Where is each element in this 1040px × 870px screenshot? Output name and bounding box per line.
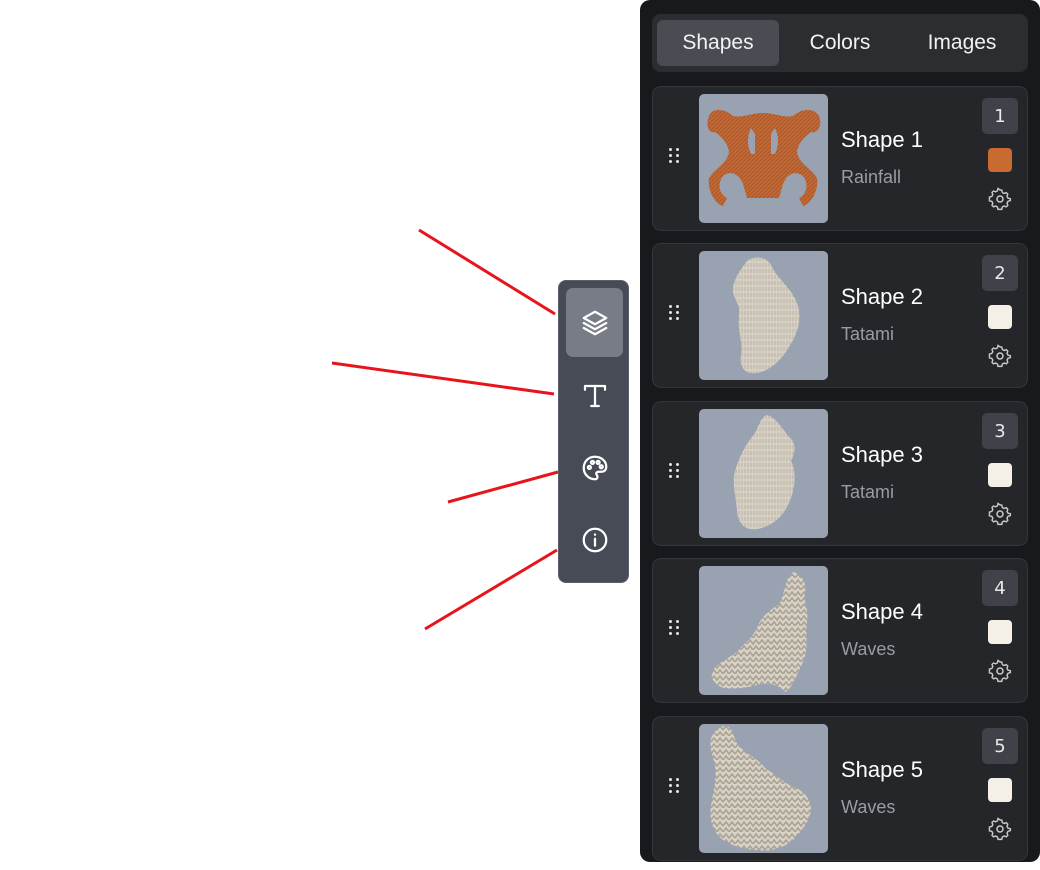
shape-index-badge: 4	[982, 570, 1018, 606]
drag-handle-icon[interactable]	[669, 305, 681, 325]
shape-card[interactable]: Shape 2 Tatami 2	[652, 243, 1028, 388]
shape-name: Shape 2	[841, 284, 923, 309]
shape-card[interactable]: Shape 4 Waves 4	[652, 558, 1028, 703]
pointer-layers	[418, 228, 556, 316]
fill-type-label: Waves	[841, 639, 896, 659]
settings-gear-icon[interactable]	[988, 817, 1012, 841]
color-swatch[interactable]	[988, 305, 1012, 329]
drag-handle-icon[interactable]	[669, 778, 681, 798]
color-swatch[interactable]	[988, 620, 1012, 644]
fill-type-label: Tatami	[841, 482, 895, 502]
color-swatch[interactable]	[988, 148, 1012, 172]
shapes-panel: Shapes Colors Images Shape 1 Rainfall 1 …	[640, 0, 1040, 862]
fill-type-label: Tatami	[841, 324, 895, 344]
tab-colors[interactable]: Colors	[779, 20, 901, 66]
tab-images[interactable]: Images	[901, 20, 1023, 66]
color-swatch[interactable]	[988, 778, 1012, 802]
settings-gear-icon[interactable]	[988, 187, 1012, 211]
shape-name: Shape 5	[841, 757, 923, 782]
shape-card[interactable]: Shape 3 Tatami 3	[652, 401, 1028, 546]
shape-thumbnail	[699, 409, 828, 538]
shape-card[interactable]: Shape 5 Waves 5	[652, 716, 1028, 861]
drag-handle-icon[interactable]	[669, 620, 681, 640]
text-tool-button[interactable]	[566, 361, 623, 430]
shape-thumbnail	[699, 566, 828, 695]
palette-tool-button[interactable]	[566, 433, 623, 502]
pointer-text	[331, 361, 555, 396]
layers-icon	[582, 310, 607, 335]
drag-handle-icon[interactable]	[669, 463, 681, 483]
shape-index-badge: 5	[982, 728, 1018, 764]
fill-type-label: Waves	[841, 797, 896, 817]
shape-name: Shape 3	[841, 442, 923, 467]
shape-index-badge: 1	[982, 98, 1018, 134]
settings-gear-icon[interactable]	[988, 344, 1012, 368]
palette-icon	[582, 455, 607, 480]
tool-rail	[558, 280, 629, 583]
shape-card[interactable]: Shape 1 Rainfall 1	[652, 86, 1028, 231]
settings-gear-icon[interactable]	[988, 502, 1012, 526]
shape-name: Shape 4	[841, 599, 923, 624]
fill-type-label: Rainfall	[841, 167, 902, 187]
canvas: Shapes Colors Images Shape 1 Rainfall 1 …	[0, 0, 1040, 870]
layers-tool-button[interactable]	[566, 288, 623, 357]
panel-tabs: Shapes Colors Images	[652, 14, 1028, 72]
drag-handle-icon[interactable]	[669, 148, 681, 168]
shape-index-badge: 3	[982, 413, 1018, 449]
pointer-palette	[447, 470, 559, 504]
pointer-info	[424, 548, 558, 631]
info-tool-button[interactable]	[566, 505, 623, 574]
shape-thumbnail	[699, 94, 828, 223]
settings-gear-icon[interactable]	[988, 659, 1012, 683]
shape-index-badge: 2	[982, 255, 1018, 291]
info-icon	[582, 527, 607, 552]
shape-name: Shape 1	[841, 127, 923, 152]
text-icon	[583, 384, 606, 407]
color-swatch[interactable]	[988, 463, 1012, 487]
tab-shapes[interactable]: Shapes	[657, 20, 779, 66]
shape-thumbnail	[699, 724, 828, 853]
shape-thumbnail	[699, 251, 828, 380]
